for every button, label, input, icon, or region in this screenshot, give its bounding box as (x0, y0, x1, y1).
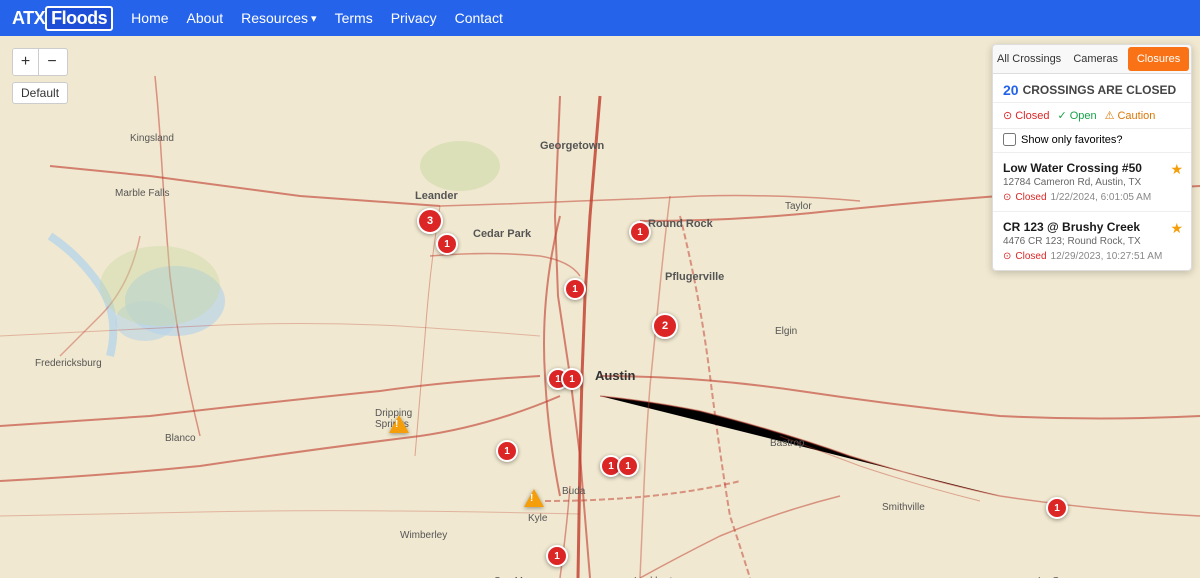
nav-privacy[interactable]: Privacy (391, 10, 437, 26)
crossing-item-1[interactable]: ★ Low Water Crossing #50 12784 Cameron R… (993, 153, 1191, 212)
map-style-button[interactable]: Default (12, 82, 68, 104)
map-controls: + − Default (12, 48, 68, 104)
crossing-name-1: Low Water Crossing #50 (1003, 161, 1181, 175)
crossing-address-1: 12784 Cameron Rd, Austin, TX (1003, 177, 1181, 188)
crossings-count: 20 (1003, 82, 1019, 98)
crossings-count-row: 20 CROSSINGS ARE CLOSED (1003, 82, 1181, 98)
nav-resources[interactable]: Resources (241, 10, 316, 26)
marker-pflugerville[interactable]: 1 (564, 278, 586, 300)
marker-cluster-3[interactable]: 3 (417, 208, 443, 234)
nav-home[interactable]: Home (131, 10, 168, 26)
site-logo[interactable]: ATXFloods (12, 6, 113, 31)
favorites-row: Show only favorites? (993, 129, 1191, 153)
crossing-list[interactable]: ★ Low Water Crossing #50 12784 Cameron R… (993, 153, 1191, 270)
crossing-timestamp-1: 1/22/2024, 6:01:05 AM (1051, 192, 1152, 203)
crossing-status-icon-1: ⊙ (1003, 192, 1011, 203)
side-panel: All Crossings Cameras Closures 20 CROSSI… (992, 44, 1192, 271)
marker-austin-2[interactable]: 1 (561, 368, 583, 390)
logo-floods: Floods (45, 6, 113, 31)
nav-about[interactable]: About (187, 10, 224, 26)
crossing-address-2: 4476 CR 123; Round Rock, TX (1003, 236, 1181, 247)
open-icon: ✓ (1057, 109, 1066, 122)
tab-closures[interactable]: Closures (1128, 47, 1189, 71)
star-icon-2[interactable]: ★ (1170, 220, 1183, 237)
closed-icon: ⊙ (1003, 109, 1012, 122)
closed-label: Closed (1015, 110, 1049, 122)
crossing-name-2: CR 123 @ Brushy Creek (1003, 220, 1181, 234)
open-label: Open (1070, 110, 1097, 122)
crossings-label: CROSSINGS ARE CLOSED (1023, 83, 1177, 97)
logo-atx: ATX (12, 8, 45, 29)
marker-round-rock[interactable]: 1 (629, 221, 651, 243)
zoom-in-button[interactable]: + (13, 49, 39, 75)
crossing-status-row-1: ⊙ Closed 1/22/2024, 6:01:05 AM (1003, 192, 1181, 203)
favorites-checkbox[interactable] (1003, 133, 1016, 146)
marker-east[interactable]: 1 (1046, 497, 1068, 519)
marker-cluster-2[interactable]: 2 (652, 313, 678, 339)
marker-caution-1[interactable] (389, 415, 409, 433)
marker-kyle[interactable]: 1 (546, 545, 568, 567)
tab-cameras[interactable]: Cameras (1065, 45, 1126, 73)
crossing-status-icon-2: ⊙ (1003, 251, 1011, 262)
favorites-label: Show only favorites? (1021, 134, 1123, 146)
marker-leander[interactable]: 1 (436, 233, 458, 255)
marker-south-1[interactable]: 1 (496, 440, 518, 462)
status-caution-item: ⚠ Caution (1105, 109, 1156, 122)
marker-south-3[interactable]: 1 (617, 455, 639, 477)
status-closed-item: ⊙ Closed (1003, 109, 1049, 122)
panel-tabs: All Crossings Cameras Closures (993, 45, 1191, 74)
nav-contact[interactable]: Contact (455, 10, 503, 26)
crossing-status-label-1: Closed (1015, 192, 1046, 203)
status-open-item: ✓ Open (1057, 109, 1096, 122)
tab-all-crossings[interactable]: All Crossings (993, 45, 1065, 73)
zoom-out-button[interactable]: − (39, 49, 65, 75)
caution-label: Caution (1117, 110, 1155, 122)
nav-terms[interactable]: Terms (335, 10, 373, 26)
crossing-timestamp-2: 12/29/2023, 10:27:51 AM (1051, 251, 1163, 262)
navbar: ATXFloods Home About Resources Terms Pri… (0, 0, 1200, 36)
map-container[interactable]: Kingsland Marble Falls Fredericksburg Bl… (0, 36, 1200, 578)
panel-header: 20 CROSSINGS ARE CLOSED (993, 74, 1191, 103)
caution-icon: ⚠ (1105, 109, 1115, 122)
crossing-status-row-2: ⊙ Closed 12/29/2023, 10:27:51 AM (1003, 251, 1181, 262)
star-icon-1[interactable]: ★ (1170, 161, 1183, 178)
status-legend: ⊙ Closed ✓ Open ⚠ Caution (993, 103, 1191, 129)
zoom-controls: + − (12, 48, 68, 76)
marker-caution-2[interactable] (524, 489, 544, 507)
crossing-item-2[interactable]: ★ CR 123 @ Brushy Creek 4476 CR 123; Rou… (993, 212, 1191, 270)
crossing-status-label-2: Closed (1015, 251, 1046, 262)
